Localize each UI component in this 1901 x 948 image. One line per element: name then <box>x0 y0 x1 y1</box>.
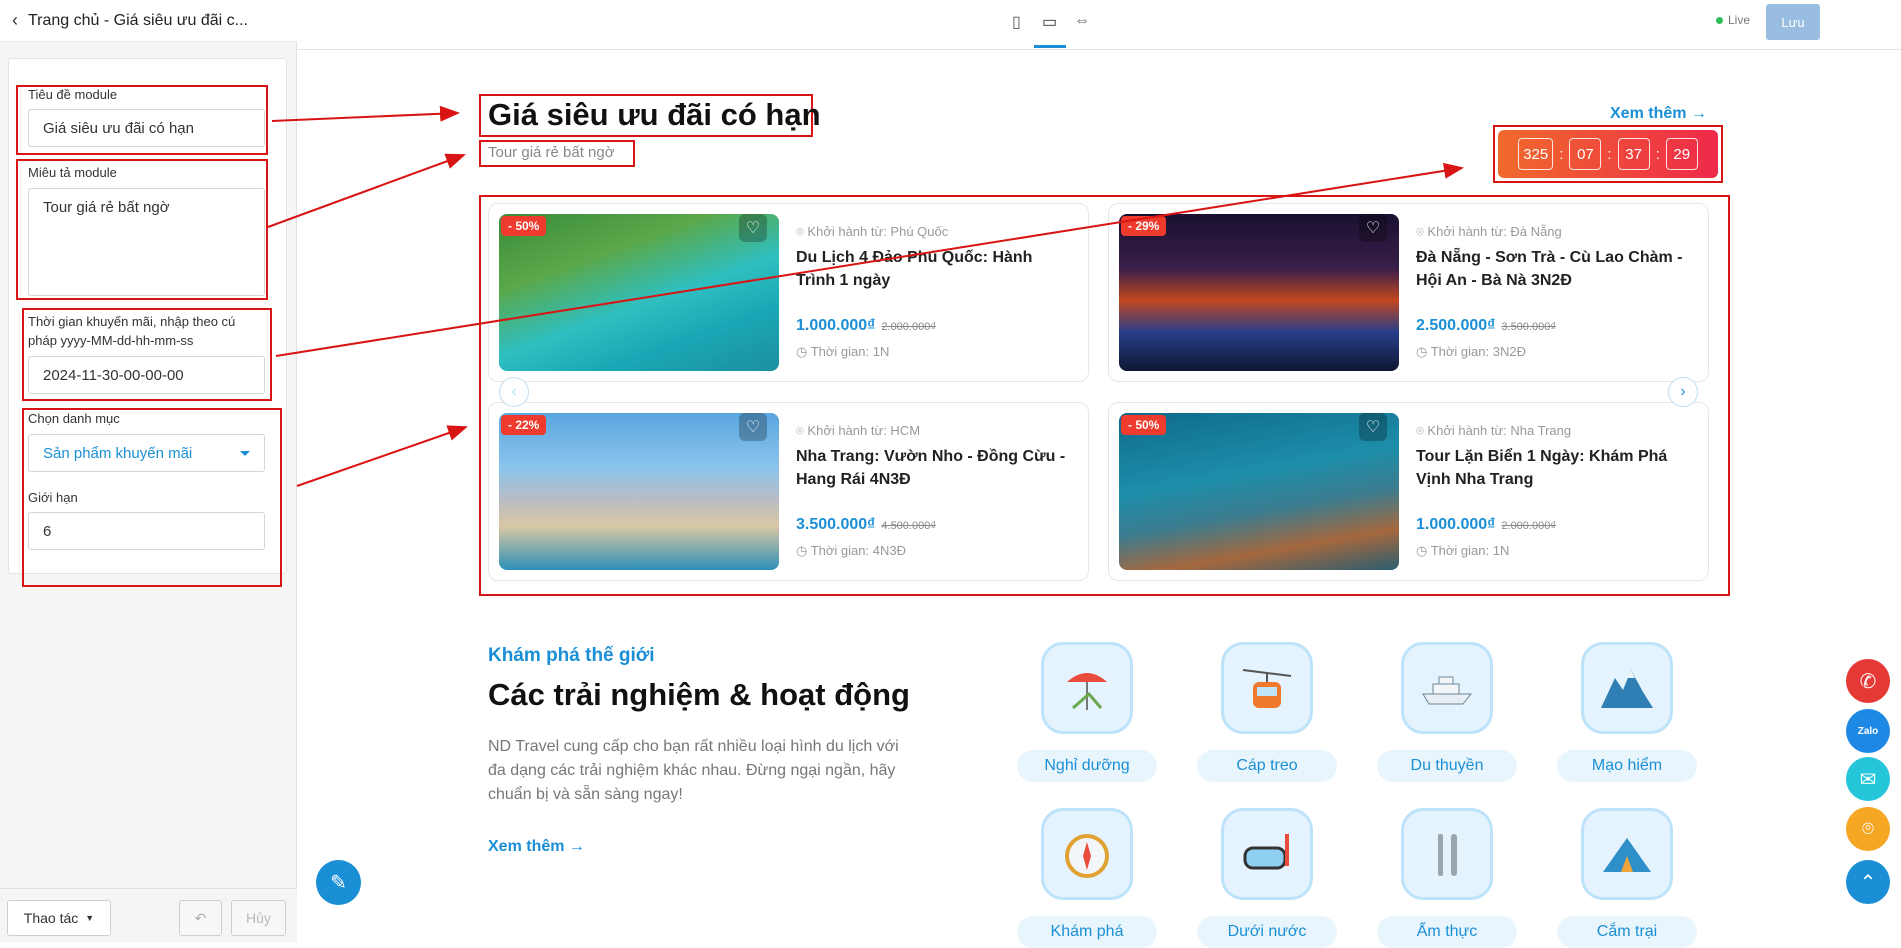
activity-kham-pha[interactable]: Khám phá <box>1017 808 1157 948</box>
map-button[interactable]: ⌾ <box>1846 807 1890 851</box>
activity-label: Mạo hiểm <box>1557 750 1697 782</box>
activity-label: Cắm trại <box>1557 916 1697 948</box>
phone-icon: ✆ <box>1859 670 1877 693</box>
annotation-arrow <box>271 105 460 122</box>
activity-label: Khám phá <box>1017 916 1157 948</box>
activity-du-thuyen[interactable]: Du thuyền <box>1377 642 1517 782</box>
activity-label: Du thuyền <box>1377 750 1517 782</box>
annotation-arrow <box>275 162 1464 357</box>
activity-nghi-duong[interactable]: Nghỉ dưỡng <box>1017 642 1157 782</box>
cable-car-icon <box>1221 642 1313 734</box>
chevron-up-icon: ⌃ <box>1859 871 1877 894</box>
arrow-right-icon: → <box>568 838 585 855</box>
annotation-arrows <box>267 105 1464 487</box>
activity-label: Ẩm thực <box>1377 916 1517 948</box>
activity-label: Cáp treo <box>1197 750 1337 782</box>
experience-description: ND Travel cung cấp cho bạn rất nhiều loạ… <box>488 738 899 803</box>
activity-label: Nghỉ dưỡng <box>1017 750 1157 782</box>
scroll-top-button[interactable]: ⌃ <box>1846 860 1890 904</box>
mail-button[interactable]: ✉ <box>1846 757 1890 801</box>
zalo-icon: Zalo <box>1857 725 1879 737</box>
cutlery-icon <box>1401 808 1493 900</box>
compass-icon <box>1041 808 1133 900</box>
see-more-label: Xem thêm <box>488 838 565 855</box>
annotation-arrow <box>296 425 468 487</box>
map-pin-icon: ⌾ <box>1862 817 1874 840</box>
tent-icon <box>1581 808 1673 900</box>
activity-cam-trai[interactable]: Cắm trại <box>1557 808 1697 948</box>
chat-icon: ✎ <box>330 872 347 894</box>
see-more-link[interactable]: Xem thêm → <box>488 838 585 856</box>
chat-button[interactable]: ✎ <box>316 860 361 905</box>
yacht-icon <box>1401 642 1493 734</box>
phone-button[interactable]: ✆ <box>1846 659 1890 703</box>
mountain-icon <box>1581 642 1673 734</box>
annotation-arrow <box>267 153 466 228</box>
beach-chair-icon <box>1041 642 1133 734</box>
activity-am-thuc[interactable]: Ẩm thực <box>1377 808 1517 948</box>
mail-icon: ✉ <box>1859 768 1877 791</box>
experience-kicker: Khám phá thế giới <box>488 645 655 666</box>
activity-label: Dưới nước <box>1197 916 1337 948</box>
experience-title: Các trải nghiệm & hoạt động <box>488 677 910 712</box>
activity-mao-hiem[interactable]: Mạo hiểm <box>1557 642 1697 782</box>
diving-mask-icon <box>1221 808 1313 900</box>
zalo-button[interactable]: Zalo <box>1846 709 1890 753</box>
activity-cap-treo[interactable]: Cáp treo <box>1197 642 1337 782</box>
activity-duoi-nuoc[interactable]: Dưới nước <box>1197 808 1337 948</box>
